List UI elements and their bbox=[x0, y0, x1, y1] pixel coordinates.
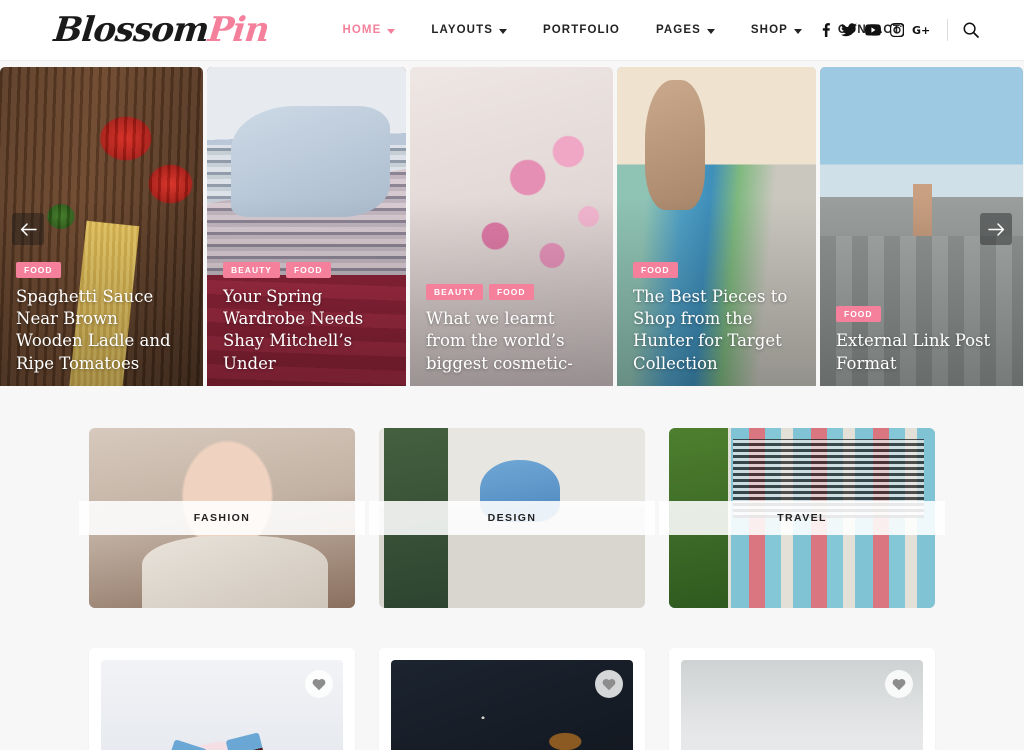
nav-item-label: LAYOUTS bbox=[431, 24, 493, 36]
slider-track: FOOD Spaghetti Sauce Near Brown Wooden La… bbox=[0, 67, 1024, 386]
heart-icon[interactable] bbox=[885, 670, 913, 698]
slide-content: BEAUTY FOOD Your Spring Wardrobe Needs Sha… bbox=[223, 261, 392, 375]
post-grid bbox=[0, 648, 1024, 750]
nav-item-pages[interactable]: PAGES bbox=[638, 24, 733, 36]
header-utilities: G+ bbox=[813, 17, 984, 43]
slide[interactable]: BEAUTY FOOD What we learnt from the world’… bbox=[410, 67, 613, 386]
category-badge[interactable]: BEAUTY bbox=[223, 261, 280, 278]
slide-title[interactable]: The Best Pieces to Shop from the Hunter … bbox=[633, 286, 802, 375]
category-badge[interactable]: FOOD bbox=[488, 284, 534, 301]
youtube-icon[interactable] bbox=[861, 18, 885, 42]
slider-prev-button[interactable] bbox=[12, 213, 44, 245]
slide[interactable]: BEAUTY FOOD Your Spring Wardrobe Needs Sha… bbox=[207, 67, 406, 386]
category-label[interactable]: TRAVEL bbox=[659, 501, 945, 535]
category-badge[interactable]: BEAUTY bbox=[426, 284, 483, 301]
category-card[interactable]: DESIGN bbox=[369, 428, 655, 608]
twitter-icon[interactable] bbox=[837, 18, 861, 42]
category-badge[interactable]: FOOD bbox=[16, 261, 61, 278]
nav-item-portfolio[interactable]: PORTFOLIO bbox=[525, 24, 638, 36]
social-links: G+ bbox=[813, 18, 933, 42]
post-card[interactable] bbox=[89, 648, 355, 750]
category-card[interactable]: TRAVEL bbox=[659, 428, 945, 608]
chevron-down-icon bbox=[498, 28, 507, 34]
post-image-fill bbox=[101, 660, 343, 750]
search-icon[interactable] bbox=[958, 17, 984, 43]
chevron-down-icon bbox=[793, 28, 802, 34]
slide-content: FOOD The Best Pieces to Shop from the Hun… bbox=[633, 261, 802, 375]
slide-categories: FOOD bbox=[16, 261, 189, 278]
slide[interactable]: FOOD The Best Pieces to Shop from the Hun… bbox=[617, 67, 816, 386]
slide-content: FOOD External Link Post Format bbox=[836, 306, 1009, 375]
heart-icon[interactable] bbox=[305, 670, 333, 698]
post-image-fill bbox=[681, 660, 923, 750]
post-image bbox=[391, 660, 633, 750]
slide-title[interactable]: Spaghetti Sauce Near Brown Wooden Ladle … bbox=[16, 286, 189, 375]
site-header: BlossomPin HOME LAYOUTS PORTFOLIO PAGES SHOP… bbox=[0, 0, 1024, 61]
category-label[interactable]: FASHION bbox=[79, 501, 365, 535]
google-plus-icon[interactable]: G+ bbox=[909, 18, 933, 42]
category-badge[interactable]: FOOD bbox=[633, 261, 678, 278]
nav-item-label: SHOP bbox=[750, 24, 788, 36]
post-image bbox=[681, 660, 923, 750]
slide-title[interactable]: What we learnt from the world’s biggest … bbox=[426, 308, 599, 375]
slide-categories: BEAUTY FOOD bbox=[426, 284, 599, 301]
slider-next-button[interactable] bbox=[980, 213, 1012, 245]
nav-item-label: HOME bbox=[342, 24, 382, 36]
instagram-icon[interactable] bbox=[885, 18, 909, 42]
category-card[interactable]: FASHION bbox=[79, 428, 365, 608]
post-card[interactable] bbox=[379, 648, 645, 750]
logo-primary: Blossom bbox=[51, 10, 211, 50]
heart-icon[interactable] bbox=[595, 670, 623, 698]
svg-text:G+: G+ bbox=[912, 24, 930, 36]
category-cards: FASHION DESIGN TRAVEL bbox=[0, 428, 1024, 608]
chevron-down-icon bbox=[387, 28, 396, 34]
nav-item-shop[interactable]: SHOP bbox=[733, 24, 820, 36]
featured-slider: FOOD Spaghetti Sauce Near Brown Wooden La… bbox=[0, 61, 1024, 386]
category-label[interactable]: DESIGN bbox=[369, 501, 655, 535]
slide-title[interactable]: Your Spring Wardrobe Needs Shay Mitchell… bbox=[223, 286, 392, 375]
slide-categories: BEAUTY FOOD bbox=[223, 261, 392, 278]
category-badge[interactable]: FOOD bbox=[285, 261, 331, 278]
post-card[interactable] bbox=[669, 648, 935, 750]
slide-title[interactable]: External Link Post Format bbox=[836, 330, 1009, 375]
chevron-down-icon bbox=[706, 28, 715, 34]
site-logo[interactable]: BlossomPin bbox=[51, 10, 271, 50]
logo-accent: Pin bbox=[206, 10, 271, 50]
nav-item-home[interactable]: HOME bbox=[324, 24, 413, 36]
nav-item-layouts[interactable]: LAYOUTS bbox=[413, 24, 525, 36]
facebook-icon[interactable] bbox=[813, 18, 837, 42]
nav-item-label: PORTFOLIO bbox=[542, 24, 620, 36]
post-image bbox=[101, 660, 343, 750]
nav-item-label: PAGES bbox=[655, 24, 701, 36]
slide-content: FOOD Spaghetti Sauce Near Brown Wooden La… bbox=[16, 261, 189, 375]
header-divider bbox=[947, 19, 948, 41]
category-badge[interactable]: FOOD bbox=[836, 306, 881, 323]
post-image-fill bbox=[391, 660, 633, 750]
slide-categories: FOOD bbox=[633, 261, 802, 278]
slide-categories: FOOD bbox=[836, 306, 1009, 323]
slide-content: BEAUTY FOOD What we learnt from the world’… bbox=[426, 284, 599, 375]
